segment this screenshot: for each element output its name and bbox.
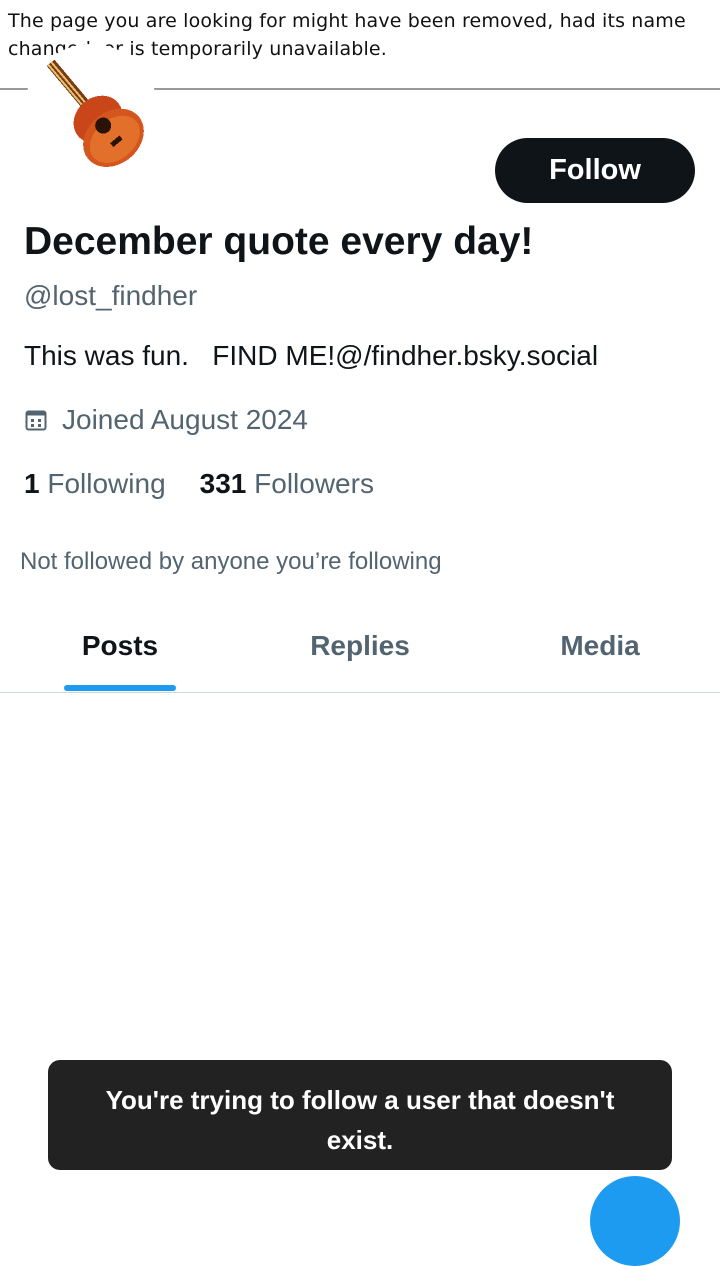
follow-stats: 1 Following 331 Followers <box>24 468 374 500</box>
follow-button[interactable]: Follow <box>495 138 695 203</box>
profile-bio: This was fun. FIND ME!@/findher.bsky.soc… <box>24 340 599 371</box>
following-link[interactable]: 1 Following <box>24 468 166 500</box>
tab-replies[interactable]: Replies <box>240 610 480 692</box>
guitar-icon <box>28 48 154 174</box>
followers-link[interactable]: 331 Followers <box>200 468 374 500</box>
following-count: 1 <box>24 468 40 499</box>
profile-tabs: Posts Replies Media <box>0 610 720 693</box>
calendar-icon <box>25 410 47 431</box>
tab-label: Media <box>560 630 640 661</box>
following-label: Following <box>47 468 166 499</box>
active-tab-indicator <box>64 685 176 691</box>
tab-posts[interactable]: Posts <box>0 610 240 692</box>
tab-label: Replies <box>310 630 410 661</box>
avatar[interactable] <box>24 44 158 178</box>
tab-media[interactable]: Media <box>480 610 720 692</box>
profile-handle: @lost_findher <box>24 280 198 311</box>
display-name: December quote every day! <box>24 220 534 263</box>
joined-date: Joined August 2024 <box>24 404 308 436</box>
followers-count: 331 <box>199 468 247 499</box>
followers-label: Followers <box>254 468 374 499</box>
compose-button[interactable] <box>590 1176 680 1266</box>
tab-label: Posts <box>81 630 159 661</box>
mutual-followers-note: Not followed by anyone you’re following <box>20 548 442 575</box>
toast-notification: You're trying to follow a user that does… <box>48 1060 672 1170</box>
joined-label: Joined August 2024 <box>62 404 308 435</box>
